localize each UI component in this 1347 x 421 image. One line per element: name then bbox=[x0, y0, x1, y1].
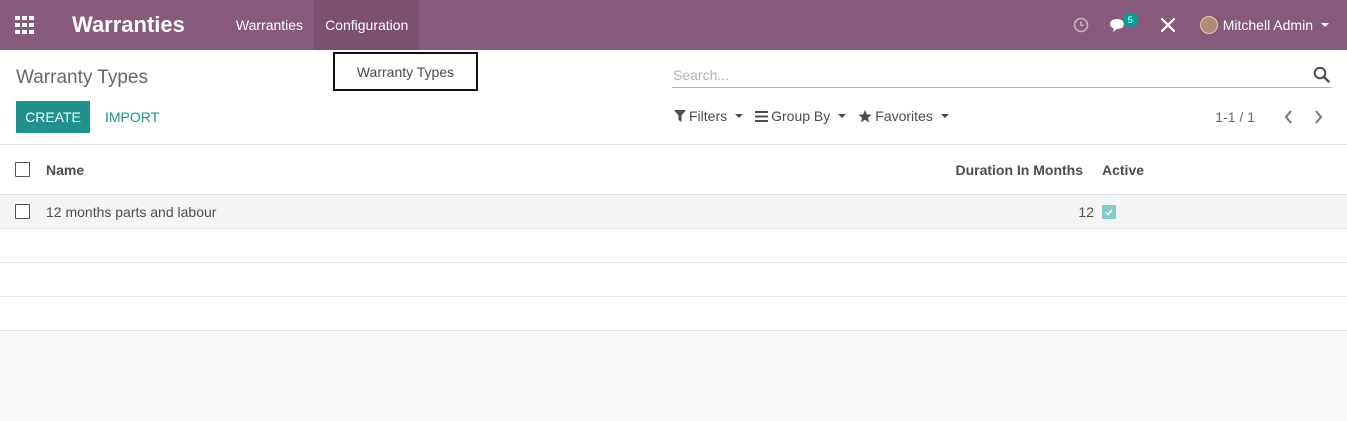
caret-down-icon bbox=[940, 114, 949, 118]
star-icon bbox=[858, 109, 872, 122]
chevron-left-icon[interactable] bbox=[1277, 106, 1299, 128]
list-icon bbox=[755, 110, 769, 122]
favorites-dropdown[interactable]: Favorites bbox=[858, 108, 949, 124]
row-checkbox[interactable] bbox=[15, 204, 30, 219]
menu-warranties[interactable]: Warranties bbox=[225, 0, 314, 50]
empty-row bbox=[0, 229, 1347, 263]
tools-icon[interactable] bbox=[1150, 0, 1186, 50]
apps-grid-icon[interactable] bbox=[0, 0, 50, 50]
filters-label: Filters bbox=[689, 108, 728, 124]
systray: 5 Mitchell Admin bbox=[1063, 0, 1347, 50]
filter-icon bbox=[674, 110, 686, 122]
user-name: Mitchell Admin bbox=[1222, 17, 1313, 33]
top-navbar: Warranties Warranties Configuration 5 Mi… bbox=[0, 0, 1347, 50]
empty-row bbox=[0, 297, 1347, 331]
select-all-checkbox[interactable] bbox=[15, 162, 30, 177]
messages-count-badge: 5 bbox=[1122, 13, 1138, 27]
search-icon[interactable] bbox=[1313, 66, 1330, 86]
table-header: Name Duration In Months Active bbox=[0, 145, 1347, 195]
menu-item-warranty-types[interactable]: Warranty Types bbox=[357, 64, 454, 80]
control-panel: Warranty Types CREATE IMPORT Filters Gro… bbox=[0, 50, 1347, 145]
pager-value[interactable]: 1-1 / 1 bbox=[1215, 109, 1255, 125]
groupby-label: Group By bbox=[771, 108, 831, 124]
column-header-duration[interactable]: Duration In Months bbox=[955, 162, 1083, 178]
create-button[interactable]: CREATE bbox=[16, 101, 90, 133]
user-menu[interactable]: Mitchell Admin bbox=[1186, 16, 1347, 34]
import-button[interactable]: IMPORT bbox=[105, 101, 159, 133]
clock-icon[interactable] bbox=[1063, 0, 1099, 50]
empty-row bbox=[0, 263, 1347, 297]
caret-down-icon bbox=[735, 114, 744, 118]
groupby-dropdown[interactable]: Group By bbox=[755, 108, 847, 124]
caret-down-icon bbox=[838, 114, 847, 118]
chevron-right-icon[interactable] bbox=[1307, 106, 1329, 128]
app-title: Warranties bbox=[72, 12, 185, 37]
chevron-down-icon bbox=[1321, 23, 1329, 27]
column-header-name[interactable]: Name bbox=[46, 162, 84, 178]
search-input[interactable] bbox=[672, 64, 1292, 86]
filters-dropdown[interactable]: Filters bbox=[674, 108, 744, 124]
active-checkbox-checked-icon bbox=[1102, 205, 1116, 219]
avatar bbox=[1199, 16, 1218, 34]
favorites-label: Favorites bbox=[875, 108, 933, 124]
table-row[interactable]: 12 months parts and labour 12 bbox=[0, 195, 1347, 229]
cell-duration: 12 bbox=[1078, 204, 1094, 220]
menu-configuration[interactable]: Configuration bbox=[314, 0, 420, 50]
column-header-active[interactable]: Active bbox=[1102, 162, 1144, 178]
chat-icon[interactable]: 5 bbox=[1099, 0, 1150, 50]
list-view: Name Duration In Months Active 12 months… bbox=[0, 145, 1347, 331]
search-bar bbox=[672, 64, 1332, 88]
configuration-dropdown-menu: Warranty Types bbox=[333, 52, 478, 91]
search-options: Filters Group By Favorites bbox=[674, 108, 961, 124]
cell-name: 12 months parts and labour bbox=[46, 204, 217, 220]
pager: 1-1 / 1 bbox=[1215, 106, 1329, 128]
breadcrumb: Warranty Types bbox=[16, 67, 148, 88]
